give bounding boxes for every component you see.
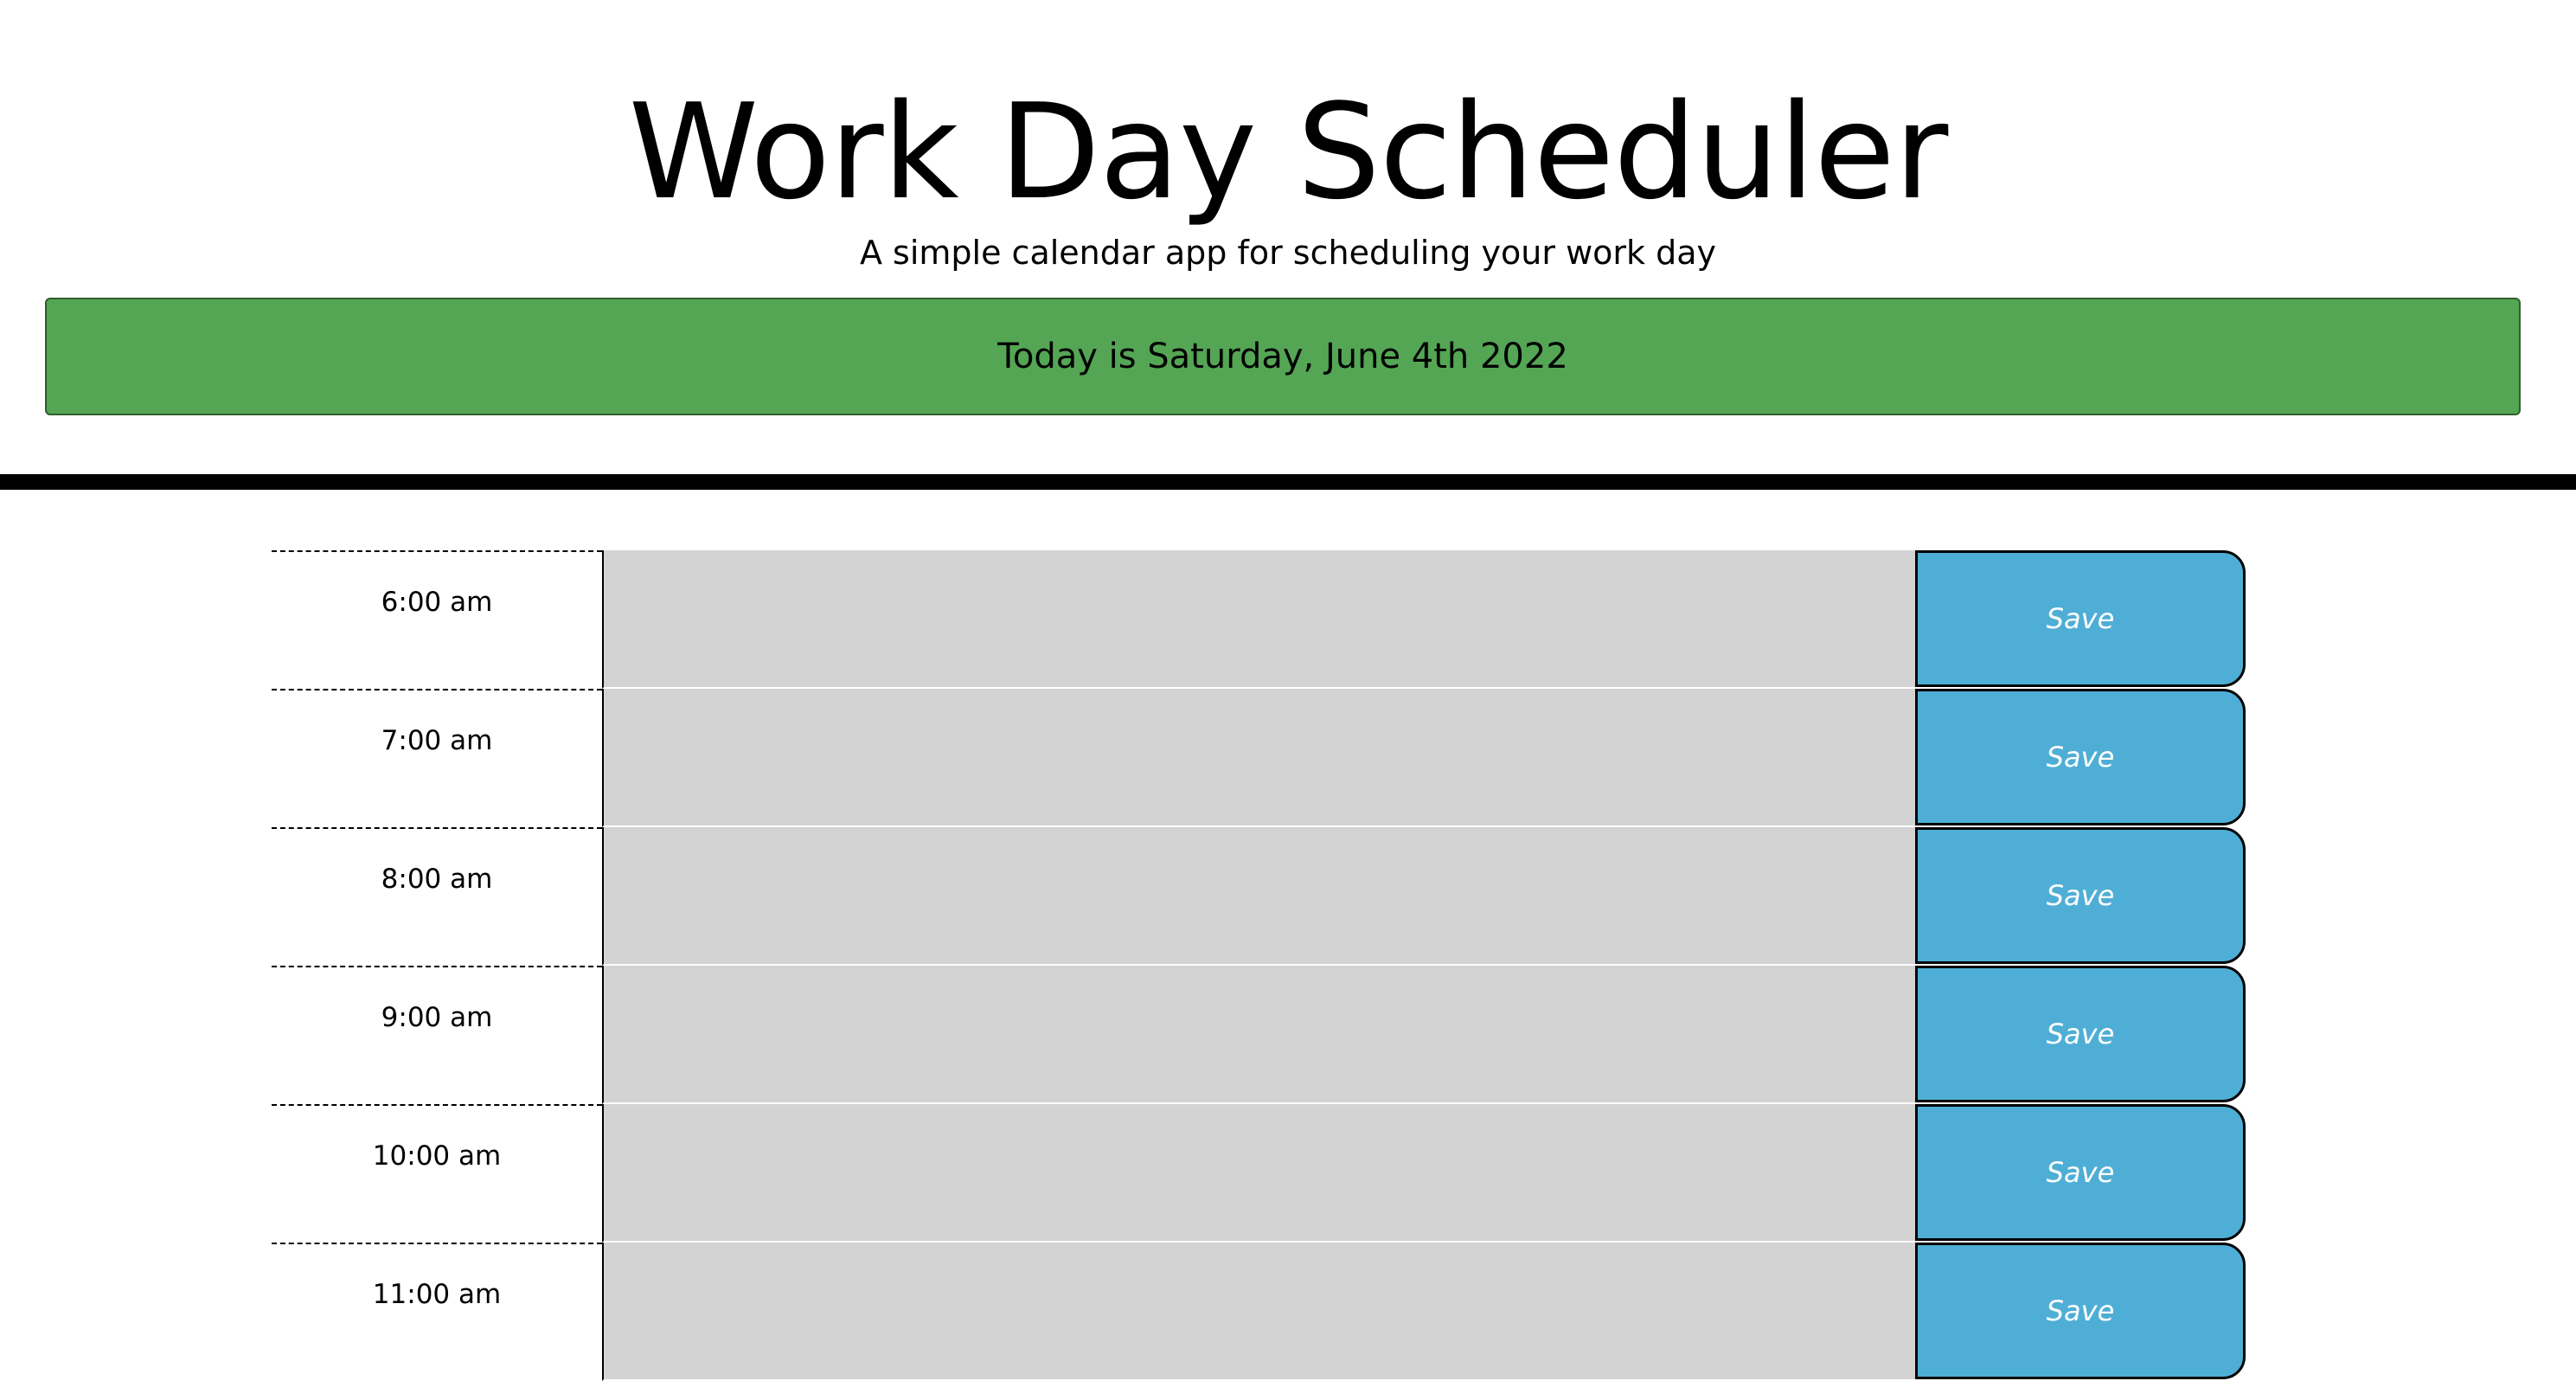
time-block-row: 7:00 am Save: [272, 689, 2246, 827]
page-title: Work Day Scheduler: [628, 75, 1949, 228]
current-day-banner: Today is Saturday, June 4th 2022: [45, 298, 2521, 415]
event-input[interactable]: [602, 1243, 1915, 1381]
save-button[interactable]: Save: [1915, 689, 2246, 825]
time-block-row: 11:00 am Save: [272, 1243, 2246, 1381]
hour-label: 7:00 am: [272, 689, 602, 827]
hour-label: 9:00 am: [272, 966, 602, 1104]
event-input[interactable]: [602, 689, 1915, 827]
event-input[interactable]: [602, 550, 1915, 689]
page-subtitle: A simple calendar app for scheduling you…: [859, 234, 1717, 272]
save-button[interactable]: Save: [1915, 966, 2246, 1102]
hour-label: 8:00 am: [272, 827, 602, 966]
header: Work Day Scheduler A simple calendar app…: [0, 0, 2576, 476]
time-block-row: 6:00 am Save: [272, 550, 2246, 689]
save-button[interactable]: Save: [1915, 550, 2246, 687]
time-block-row: 8:00 am Save: [272, 827, 2246, 966]
time-block-row: 10:00 am Save: [272, 1104, 2246, 1243]
save-button[interactable]: Save: [1915, 827, 2246, 964]
header-divider: [0, 474, 2576, 490]
time-block-row: 9:00 am Save: [272, 966, 2246, 1104]
current-day-text: Today is Saturday, June 4th 2022: [997, 337, 1568, 376]
hour-label: 6:00 am: [272, 550, 602, 689]
save-button[interactable]: Save: [1915, 1104, 2246, 1241]
event-input[interactable]: [602, 966, 1915, 1104]
hour-label: 10:00 am: [272, 1104, 602, 1243]
schedule-container: 6:00 am Save 7:00 am Save 8:00 am Save 9…: [272, 550, 2246, 1381]
save-button[interactable]: Save: [1915, 1243, 2246, 1379]
event-input[interactable]: [602, 827, 1915, 966]
page: Work Day Scheduler A simple calendar app…: [0, 0, 2576, 1381]
event-input[interactable]: [602, 1104, 1915, 1243]
hour-label: 11:00 am: [272, 1243, 602, 1381]
